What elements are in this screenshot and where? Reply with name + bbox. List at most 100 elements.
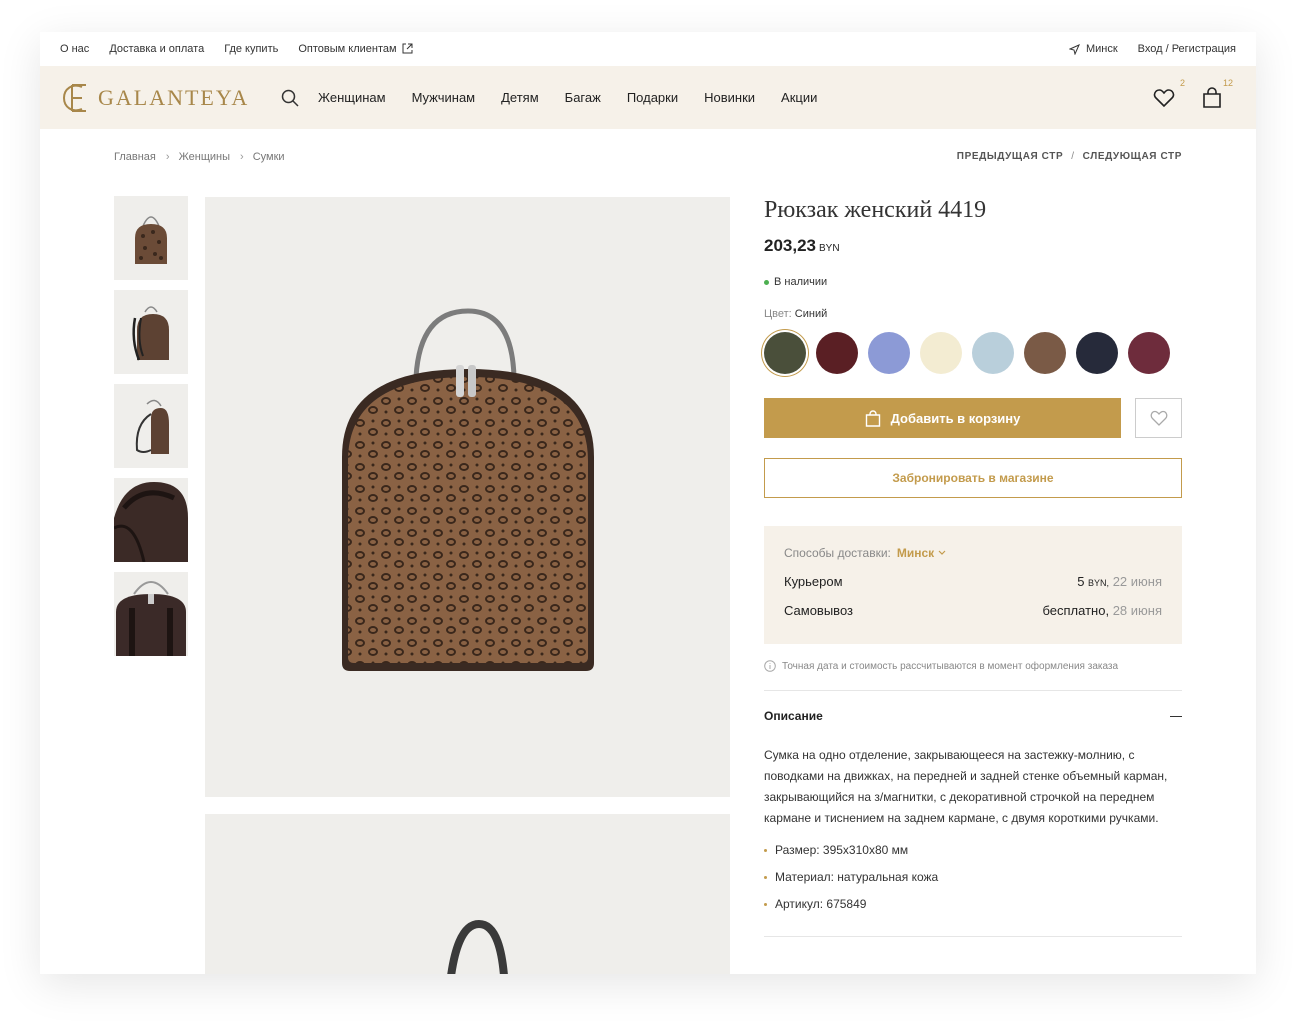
city-selector[interactable]: Минск bbox=[1068, 43, 1118, 55]
add-to-cart-button[interactable]: Добавить в корзину bbox=[764, 398, 1121, 438]
backpack-back-thumb-image bbox=[116, 581, 186, 656]
link-delivery[interactable]: Доставка и оплата bbox=[109, 43, 204, 55]
logo-mark-icon bbox=[62, 83, 86, 112]
color-swatch[interactable] bbox=[1128, 332, 1170, 374]
nav-new[interactable]: Новинки bbox=[704, 90, 755, 105]
delivery-date: 22 июня bbox=[1112, 574, 1162, 589]
color-swatch[interactable] bbox=[1024, 332, 1066, 374]
link-wholesale[interactable]: Оптовым клиентам bbox=[298, 43, 413, 55]
color-swatch[interactable] bbox=[868, 332, 910, 374]
reserve-in-store-button[interactable]: Забронировать в магазине bbox=[764, 458, 1182, 498]
delivery-note-text: Точная дата и стоимость рассчитываются в… bbox=[782, 660, 1119, 672]
breadcrumb-separator: › bbox=[240, 151, 244, 163]
product-title: Рюкзак женский 4419 bbox=[764, 197, 987, 223]
color-value: Синий bbox=[794, 308, 828, 320]
shopping-bag-icon bbox=[1203, 86, 1221, 108]
search-button[interactable] bbox=[276, 84, 304, 112]
heart-icon bbox=[1150, 410, 1167, 426]
auth-link[interactable]: Вход / Регистрация bbox=[1138, 43, 1236, 55]
next-page-link[interactable]: СЛЕДУЮЩАЯ СТР bbox=[1083, 151, 1182, 162]
description-text: Сумка на одно отделение, закрывающееся н… bbox=[764, 748, 1168, 825]
link-where-to-buy[interactable]: Где купить bbox=[224, 43, 278, 55]
nav-gifts[interactable]: Подарки bbox=[627, 90, 678, 105]
bullet-icon bbox=[764, 876, 767, 879]
backpack-front-thumb-image bbox=[135, 216, 167, 264]
add-to-cart-label: Добавить в корзину bbox=[890, 410, 1021, 426]
heart-icon bbox=[1153, 88, 1175, 107]
delivery-price: бесплатно, bbox=[1042, 603, 1110, 618]
backpack-main-image bbox=[341, 308, 594, 671]
backpack-closeup-thumb-image bbox=[114, 482, 188, 562]
breadcrumb: Главная › Женщины › Сумки bbox=[114, 151, 291, 163]
thumbnail-list bbox=[114, 196, 188, 666]
delivery-label: Способы доставки: bbox=[784, 546, 891, 560]
color-swatch[interactable] bbox=[764, 332, 806, 374]
logo-text: GALANTEYA bbox=[98, 84, 250, 110]
main-nav: Женщинам Мужчинам Детям Багаж Подарки Но… bbox=[318, 90, 817, 105]
description-title: Описание bbox=[764, 709, 823, 723]
delivery-row-pickup: Самовывоз бесплатно, 28 июня bbox=[784, 603, 1162, 618]
spec-article-text: Артикул: 675849 bbox=[775, 897, 867, 911]
stock-status: В наличии bbox=[764, 276, 1182, 288]
add-to-wishlist-button[interactable] bbox=[1135, 398, 1182, 438]
nav-sale[interactable]: Акции bbox=[781, 90, 817, 105]
price-currency: BYN bbox=[819, 243, 840, 254]
thumbnail-front[interactable] bbox=[114, 196, 188, 280]
color-swatch[interactable] bbox=[972, 332, 1014, 374]
chevron-down-icon bbox=[938, 550, 946, 555]
main-product-image[interactable] bbox=[205, 197, 730, 797]
product-price: 203,23 BYN bbox=[764, 236, 1182, 256]
nav-kids[interactable]: Детям bbox=[501, 90, 539, 105]
breadcrumb-bags[interactable]: Сумки bbox=[253, 151, 285, 163]
backpack-profile-thumb-image bbox=[135, 399, 169, 454]
prev-page-link[interactable]: ПРЕДЫДУЩАЯ СТР bbox=[957, 151, 1063, 162]
page-pager: ПРЕДЫДУЩАЯ СТР / СЛЕДУЮЩАЯ СТР bbox=[957, 151, 1182, 163]
page-frame: О нас Доставка и оплата Где купить Оптов… bbox=[40, 32, 1256, 974]
collapse-icon[interactable] bbox=[1170, 715, 1182, 717]
color-swatch[interactable] bbox=[920, 332, 962, 374]
description-header[interactable]: Описание bbox=[764, 709, 1182, 723]
color-swatch[interactable] bbox=[816, 332, 858, 374]
location-arrow-icon bbox=[1068, 43, 1080, 55]
secondary-product-image[interactable] bbox=[205, 814, 730, 974]
thumbnail-profile[interactable] bbox=[114, 384, 188, 468]
nav-women[interactable]: Женщинам bbox=[318, 90, 386, 105]
thumbnail-back[interactable] bbox=[114, 572, 188, 656]
thumbnail-closeup[interactable] bbox=[114, 478, 188, 562]
color-swatch[interactable] bbox=[1076, 332, 1118, 374]
breadcrumb-home[interactable]: Главная bbox=[114, 151, 156, 163]
spec-size-text: Размер: 395x310x80 мм bbox=[775, 843, 909, 857]
nav-luggage[interactable]: Багаж bbox=[565, 90, 601, 105]
link-about[interactable]: О нас bbox=[60, 43, 89, 55]
delivery-city-label: Минск bbox=[896, 546, 935, 560]
link-wholesale-label: Оптовым клиентам bbox=[298, 43, 397, 55]
wishlist-count-badge: 2 bbox=[1179, 77, 1185, 88]
nav-men[interactable]: Мужчинам bbox=[412, 90, 476, 105]
breadcrumb-women[interactable]: Женщины bbox=[179, 151, 230, 163]
bullet-icon bbox=[764, 903, 767, 906]
spec-material-text: Материал: натуральная кожа bbox=[775, 870, 939, 884]
delivery-options: Способы доставки: Минск Курьером 5 BYN, … bbox=[764, 526, 1182, 644]
spec-material: Материал: натуральная кожа bbox=[764, 864, 1182, 891]
price-value: 203,23 bbox=[764, 236, 816, 255]
thumbnail-side[interactable] bbox=[114, 290, 188, 374]
info-icon bbox=[764, 660, 776, 672]
delivery-city-selector[interactable]: Минск bbox=[897, 546, 946, 560]
product-info-panel: Рюкзак женский 4419 203,23 BYN В наличии … bbox=[764, 197, 1182, 937]
external-link-icon bbox=[402, 43, 413, 54]
spec-size: Размер: 395x310x80 мм bbox=[764, 837, 1182, 864]
delivery-note: Точная дата и стоимость рассчитываются в… bbox=[764, 660, 1182, 672]
shopping-bag-icon bbox=[865, 409, 880, 427]
color-label: Цвет: Синий bbox=[764, 308, 1182, 320]
cart-count-badge: 12 bbox=[1222, 77, 1233, 88]
backpack-strap-image bbox=[447, 919, 508, 974]
wishlist-button[interactable]: 2 bbox=[1152, 78, 1185, 110]
cart-button[interactable]: 12 bbox=[1200, 78, 1233, 110]
divider bbox=[764, 936, 1182, 937]
color-label-prefix: Цвет: bbox=[764, 308, 792, 320]
city-label: Минск bbox=[1085, 43, 1118, 55]
color-swatches bbox=[764, 332, 1182, 374]
breadcrumb-separator: › bbox=[165, 151, 170, 163]
delivery-method: Самовывоз bbox=[784, 603, 853, 618]
logo[interactable]: GALANTEYA bbox=[60, 81, 272, 115]
